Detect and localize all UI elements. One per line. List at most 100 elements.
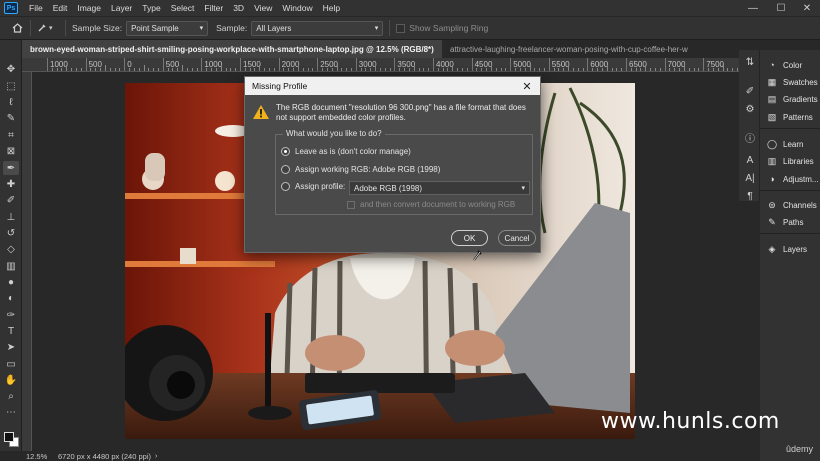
marquee-icon[interactable]: ⬚	[3, 79, 19, 93]
sample-size-select[interactable]: Point Sample ▾	[126, 20, 209, 36]
ruler-tick	[355, 58, 357, 71]
ok-button[interactable]: OK	[451, 230, 488, 246]
ruler-horizontal[interactable]: 1000 500 0 500 1000 1500 2000 2500 3000 3500 4000 4…	[22, 58, 739, 72]
option-leave-as-is[interactable]: Leave as is (don't color manage)	[281, 147, 411, 156]
foreground-color-swatch[interactable]	[4, 432, 14, 442]
menu-layer[interactable]: Layer	[106, 3, 137, 13]
ruler-tick	[109, 68, 111, 71]
hand-icon[interactable]: ✋	[3, 373, 19, 387]
rectangle-icon[interactable]: ▭	[3, 357, 19, 371]
stamp-icon[interactable]: ⊥	[3, 210, 19, 224]
cursor-icon	[473, 250, 482, 261]
blur-icon[interactable]: ●	[3, 275, 19, 289]
chevron-right-icon[interactable]: ›	[155, 453, 157, 460]
close-window-button[interactable]: ✕	[797, 0, 817, 16]
menu-view[interactable]: View	[249, 3, 277, 13]
zoom-icon[interactable]: ⌕	[3, 389, 19, 403]
history-icon[interactable]: ⇅	[743, 55, 757, 69]
ruler-tick	[461, 68, 463, 71]
menu-filter[interactable]: Filter	[199, 3, 228, 13]
eyedropper-icon[interactable]: ✒	[3, 161, 19, 175]
dodge-icon[interactable]: ◐	[3, 291, 19, 305]
eyedropper-preset-icon[interactable]: ▾	[37, 23, 59, 33]
ruler-tick	[172, 68, 174, 71]
minimize-button[interactable]: —	[743, 0, 763, 16]
ruler-tick	[611, 68, 613, 71]
panel-gradients[interactable]: ▤ Gradients	[760, 91, 820, 107]
menu-file[interactable]: File	[24, 3, 48, 13]
panel-paths[interactable]: ✎ Paths	[760, 214, 820, 230]
ruler-vertical[interactable]	[22, 72, 32, 451]
ruler-tick	[75, 68, 77, 71]
tab-document-1[interactable]: brown-eyed-woman-striped-shirt-smiling-p…	[22, 40, 442, 58]
character-icon[interactable]: A	[743, 153, 757, 167]
sample-label: Sample:	[216, 23, 248, 33]
cancel-button[interactable]: Cancel	[498, 230, 536, 246]
ruler-tick	[186, 68, 188, 71]
ruler-tick	[616, 68, 618, 71]
info-icon[interactable]: ⓘ	[743, 130, 757, 145]
convert-checkbox[interactable]	[347, 200, 355, 209]
ruler-tick	[688, 68, 690, 71]
crop-icon[interactable]: ⌗	[3, 128, 19, 142]
panels-column: ◔ Color ▦ Swatches ▤ Gradients ▧ Patterns ◯ Learn…	[760, 50, 820, 461]
dialog-close-button[interactable]: ✕	[520, 79, 534, 93]
show-ring-checkbox[interactable]	[396, 23, 406, 33]
sample-select[interactable]: All Layers ▾	[251, 20, 384, 36]
home-icon[interactable]	[10, 23, 24, 33]
healing-icon[interactable]: ✚	[3, 177, 19, 191]
profile-select[interactable]: Adobe RGB (1998) ▾	[349, 181, 530, 195]
more-tools-icon[interactable]: ⋯	[3, 405, 19, 419]
ruler-tick	[505, 68, 507, 71]
type-icon[interactable]: T	[3, 324, 19, 338]
menu-help[interactable]: Help	[318, 3, 345, 13]
panel-learn[interactable]: ◯ Learn	[760, 136, 820, 152]
convert-option[interactable]: and then convert document to working RGB	[347, 200, 515, 209]
radio-button[interactable]	[281, 165, 290, 174]
move-icon[interactable]: ✥	[3, 62, 19, 76]
menu-image[interactable]: Image	[72, 3, 106, 13]
panel-patterns[interactable]: ▧ Patterns	[760, 109, 820, 125]
panel-libraries[interactable]: ▥ Libraries	[760, 153, 820, 169]
ruler-tick	[524, 68, 526, 71]
option-assign-profile[interactable]: Assign profile:	[281, 182, 345, 191]
brush-icon[interactable]: ✐	[3, 193, 19, 207]
menu-select[interactable]: Select	[166, 3, 200, 13]
panel-swatches[interactable]: ▦ Swatches	[760, 74, 820, 90]
status-bar: 12.5% 6720 px x 4480 px (240 ppi) ›	[22, 451, 760, 461]
menu-window[interactable]: Window	[277, 3, 317, 13]
quick-select-icon[interactable]: ✎	[3, 111, 19, 125]
tab-document-2[interactable]: attractive-laughing-freelancer-woman-pos…	[442, 40, 739, 58]
panel-channels[interactable]: ⊜ Channels	[760, 197, 820, 213]
menu-3d[interactable]: 3D	[228, 3, 249, 13]
ruler-tick	[654, 68, 656, 71]
properties-icon[interactable]: ⚙	[743, 102, 757, 116]
pen-icon[interactable]: ✑	[3, 308, 19, 322]
eraser-icon[interactable]: ◇	[3, 242, 19, 256]
swatches-icon: ▦	[767, 76, 777, 87]
radio-button[interactable]	[281, 147, 290, 156]
panel-label: Learn	[783, 139, 804, 149]
paragraph-icon[interactable]: ¶	[743, 189, 757, 203]
menu-edit[interactable]: Edit	[48, 3, 73, 13]
ruler-tick	[215, 68, 217, 71]
gradient-icon[interactable]: ▥	[3, 259, 19, 273]
ruler-tick	[259, 65, 261, 71]
panel-adjustments[interactable]: ◑ Adjustm...	[760, 171, 820, 187]
history-brush-icon[interactable]: ↺	[3, 226, 19, 240]
show-ring-label: Show Sampling Ring	[409, 23, 489, 33]
panel-layers[interactable]: ◈ Layers	[760, 241, 820, 257]
maximize-button[interactable]: ☐	[771, 0, 791, 16]
paragraph-style-icon[interactable]: A|	[743, 171, 757, 185]
lasso-icon[interactable]: ℓ	[3, 95, 19, 109]
menu-type[interactable]: Type	[137, 3, 165, 13]
layers-icon: ◈	[768, 243, 776, 254]
option-assign-working-rgb[interactable]: Assign working RGB: Adobe RGB (1998)	[281, 165, 440, 174]
frame-icon[interactable]: ⊠	[3, 144, 19, 158]
panel-color[interactable]: ◔ Color	[760, 57, 820, 73]
brush-settings-icon[interactable]: ✐	[743, 84, 757, 98]
radio-button[interactable]	[281, 182, 290, 191]
zoom-level[interactable]: 12.5%	[26, 452, 56, 461]
path-select-icon[interactable]: ➤	[3, 340, 19, 354]
ruler-tick	[336, 65, 338, 71]
